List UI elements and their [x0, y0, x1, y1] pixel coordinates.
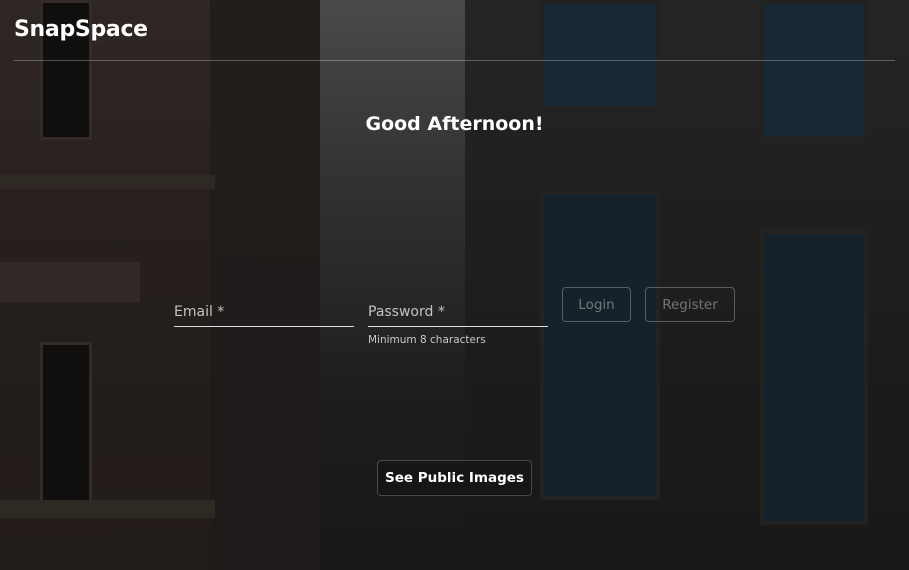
password-helper-text: Minimum 8 characters: [368, 334, 486, 346]
email-field-underline: [174, 326, 354, 327]
password-field[interactable]: Password * Minimum 8 characters: [368, 304, 548, 352]
greeting-heading: Good Afternoon!: [365, 113, 544, 135]
email-field[interactable]: Email *: [174, 304, 354, 330]
login-page: SnapSpace Good Afternoon! Email * Passwo…: [0, 0, 909, 570]
app-logo-title[interactable]: SnapSpace: [14, 17, 148, 42]
login-button[interactable]: Login: [562, 287, 631, 322]
see-public-images-button[interactable]: See Public Images: [377, 460, 532, 496]
register-button[interactable]: Register: [645, 287, 735, 322]
password-field-label: Password *: [368, 304, 445, 320]
header-divider: [14, 60, 895, 61]
password-field-underline: [368, 326, 548, 327]
email-field-label: Email *: [174, 304, 225, 320]
